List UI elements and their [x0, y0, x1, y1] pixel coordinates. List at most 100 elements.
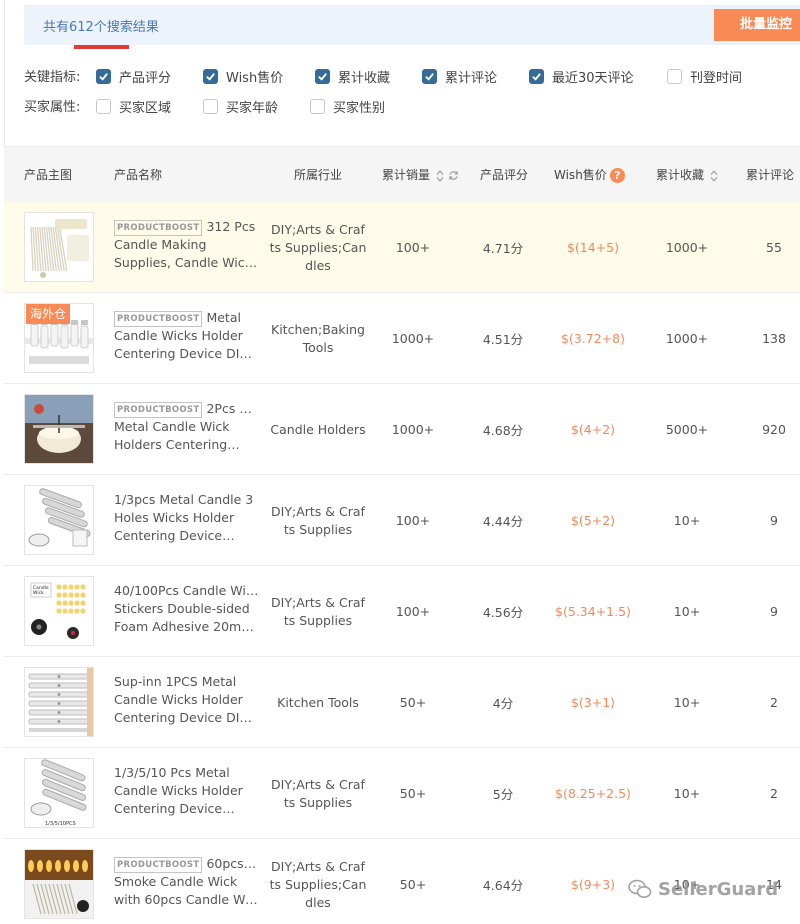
product-thumbnail[interactable]: 1/3/5/10PCS — [24, 758, 94, 828]
table-row[interactable]: 海外仓 PRODUCTBOOST Metal Candle Wicks Holder C… — [4, 293, 800, 384]
table-row[interactable]: Sup-inn 1PCS Metal Candle Wicks Holder Cen… — [4, 657, 800, 748]
checkbox-checked-icon[interactable] — [96, 69, 111, 84]
product-image — [25, 395, 93, 463]
industry-cell: Candle Holders — [268, 384, 368, 475]
col-sales[interactable]: 累计销量 — [382, 147, 459, 203]
checkbox-metrics-2[interactable]: 累计收藏 — [315, 67, 390, 86]
product-thumbnail[interactable] — [24, 394, 94, 464]
product-name[interactable]: PRODUCTBOOST60pcs LowSmoke Candle Wickwi… — [114, 855, 259, 909]
industry-cell: Kitchen;Baking Tools — [268, 293, 368, 384]
col-price: Wish售价? — [554, 147, 625, 203]
checkbox-buyer-2[interactable]: 买家性别 — [310, 97, 385, 116]
table-row[interactable]: 1/3pcs Metal Candle 3 Holes Wicks Holder C… — [4, 475, 800, 566]
product-name-line-3: Supplies, Candle Wick… — [114, 255, 259, 270]
industry-line: ts Supplies;Can — [269, 876, 367, 892]
checkbox-buyer-0[interactable]: 买家区域 — [96, 97, 171, 116]
product-name[interactable]: Sup-inn 1PCS Metal Candle Wicks Holder Cen… — [114, 673, 259, 727]
refresh-icon[interactable] — [448, 170, 459, 181]
favorites-cell: 10+ — [673, 513, 701, 528]
wechat-icon — [628, 879, 652, 898]
product-name[interactable]: 1/3/5/10 Pcs Metal Candle Wicks Holder Cen… — [114, 764, 259, 818]
product-name-line-3: Holders Centering… — [114, 437, 240, 452]
checkbox-label: Wish售价 — [226, 71, 284, 86]
batch-monitor-button[interactable]: 批量监控 — [714, 9, 800, 41]
product-thumbnail[interactable] — [24, 212, 94, 282]
col-sales-label: 累计销量 — [382, 168, 431, 182]
table-header: 产品主图 产品名称 所属行业 累计销量 产品评分 Wish售价? 累计收藏 累计… — [4, 146, 800, 202]
favorites-cell: 1000+ — [665, 240, 709, 255]
sales-cell: 100+ — [395, 604, 431, 619]
product-name-part: 40/100Pcs Candle Wicks — [114, 583, 259, 598]
product-thumbnail[interactable] — [24, 849, 94, 919]
metrics-filter-row: 关键指标: — [24, 64, 96, 86]
col-reviews: 累计评论 — [746, 168, 795, 182]
industry-cell: DIY;Arts & Craf ts Supplies;Can dles — [268, 202, 368, 293]
industry-cell: DIY;Arts & Craf ts Supplies — [268, 566, 368, 657]
checkbox-metrics-5[interactable]: 刊登时间 — [667, 67, 742, 86]
checkbox-checked-icon[interactable] — [315, 69, 330, 84]
productboost-badge: PRODUCTBOOST — [114, 311, 203, 327]
reviews-cell: 9 — [770, 513, 778, 528]
product-name[interactable]: PRODUCTBOOST 312 Pcs Candle Making Supplies… — [114, 218, 259, 272]
watermark-text: SellerGuard — [658, 878, 779, 900]
checkbox-unchecked-icon[interactable] — [667, 69, 682, 84]
reviews-cell: 2 — [770, 695, 778, 710]
checkbox-metrics-1[interactable]: Wish售价 — [203, 67, 283, 86]
table-row[interactable]: PRODUCTBOOST 312 Pcs Candle Making Supplies… — [4, 202, 800, 293]
rating-cell: 4.51分 — [482, 332, 524, 347]
product-name-part: 1/3/5/10 Pcs Metal — [114, 765, 230, 780]
checkbox-label: 累计收藏 — [338, 71, 391, 86]
productboost-badge: PRODUCTBOOST — [114, 857, 203, 873]
checkbox-metrics-4[interactable]: 最近30天评论 — [529, 67, 634, 86]
product-name-line-2: Metal Candle Wick — [114, 419, 230, 434]
col-price-label: Wish售价 — [554, 168, 607, 182]
metrics-label: 关键指标: — [24, 69, 81, 85]
reviews-cell: 2 — [770, 786, 778, 801]
active-tab-underline — [74, 45, 129, 49]
industry-line: Tools — [302, 339, 334, 355]
checkbox-label: 产品评分 — [119, 71, 172, 86]
checkbox-label: 刊登时间 — [690, 71, 743, 86]
product-name[interactable]: 1/3pcs Metal Candle 3 Holes Wicks Holder C… — [114, 491, 259, 545]
checkbox-unchecked-icon[interactable] — [203, 99, 218, 114]
checkbox-checked-icon[interactable] — [203, 69, 218, 84]
svg-text:1/3/5/10PCS: 1/3/5/10PCS — [45, 821, 76, 827]
industry-line: ts Supplies;Can — [269, 239, 367, 255]
sort-icon[interactable] — [710, 170, 718, 182]
industry-line: Kitchen;Baking — [271, 321, 365, 337]
checkbox-unchecked-icon[interactable] — [310, 99, 325, 114]
product-name-line-3: Centering Device DIY… — [114, 346, 259, 361]
table-row[interactable]: Candle Wick 40/100Pcs Candle Wicks Stickers… — [4, 566, 800, 657]
rating-cell: 4.56分 — [482, 605, 524, 620]
checkbox-checked-icon[interactable] — [422, 69, 437, 84]
checkbox-metrics-0[interactable]: 产品评分 — [96, 67, 171, 86]
checkbox-buyer-1[interactable]: 买家年龄 — [203, 97, 278, 116]
product-name[interactable]: 40/100Pcs Candle Wicks Stickers Double-si… — [114, 582, 259, 636]
reviews-cell: 138 — [762, 331, 786, 346]
table-row[interactable]: 1/3/5/10PCS 1/3/5/10 Pcs Metal Candle Wick… — [4, 748, 800, 839]
checkbox-unchecked-icon[interactable] — [96, 99, 111, 114]
help-icon[interactable]: ? — [609, 168, 625, 183]
industry-line: DIY;Arts & Craf — [271, 503, 365, 519]
overseas-warehouse-tag: 海外仓 — [26, 304, 71, 324]
product-name-part: Sup-inn 1PCS Metal — [114, 674, 237, 689]
product-image — [25, 850, 93, 918]
product-name-line-2: Smoke Candle Wick — [114, 874, 238, 889]
price-cell: $(5+2) — [570, 513, 616, 528]
industry-line: Kitchen Tools — [277, 694, 359, 710]
industry-line: dles — [305, 257, 331, 273]
result-count-text: 共有612个搜索结果 — [43, 16, 159, 35]
checkbox-metrics-3[interactable]: 累计评论 — [422, 67, 497, 86]
favorites-cell: 10+ — [673, 786, 701, 801]
sort-icon[interactable] — [436, 170, 444, 182]
product-name[interactable]: PRODUCTBOOST 2Pcs DIY Metal Candle Wick Hol… — [114, 400, 259, 454]
checkbox-label: 买家性别 — [333, 101, 386, 116]
product-name[interactable]: PRODUCTBOOST Metal Candle Wicks Holder Cent… — [114, 309, 259, 363]
table-row[interactable]: PRODUCTBOOST 2Pcs DIY Metal Candle Wick Hol… — [4, 384, 800, 475]
col-favorites[interactable]: 累计收藏 — [656, 147, 718, 203]
product-thumbnail[interactable]: Candle Wick — [24, 576, 94, 646]
product-thumbnail[interactable] — [24, 485, 94, 555]
svg-text:Wick: Wick — [33, 590, 44, 596]
checkbox-checked-icon[interactable] — [529, 69, 544, 84]
product-thumbnail[interactable] — [24, 667, 94, 737]
